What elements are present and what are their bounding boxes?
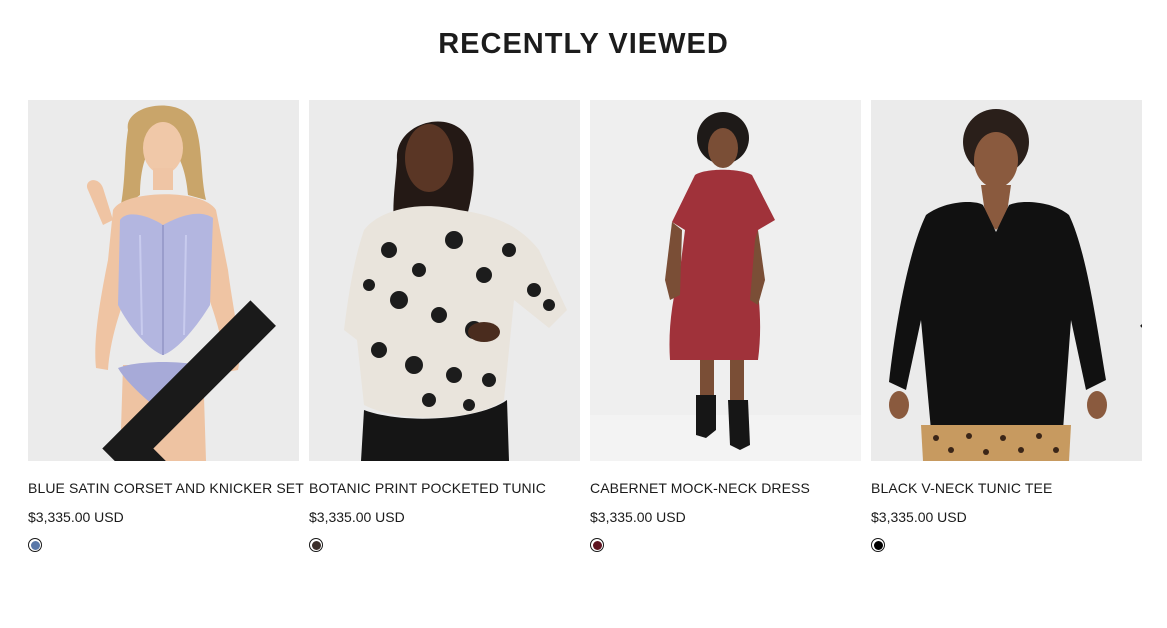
product-image[interactable] bbox=[309, 100, 580, 461]
recently-viewed-section: RECENTLY VIEWED BLUE SATIN CORSET AND KN… bbox=[0, 0, 1167, 628]
color-swatch[interactable] bbox=[871, 538, 885, 552]
color-swatch[interactable] bbox=[590, 538, 604, 552]
carousel-prev-button[interactable] bbox=[60, 268, 276, 461]
color-swatch-dot bbox=[30, 540, 40, 550]
product-title[interactable]: BOTANIC PRINT POCKETED TUNIC bbox=[309, 480, 580, 496]
chevron-right-icon bbox=[1140, 323, 1142, 328]
product-image[interactable] bbox=[590, 100, 861, 461]
product-price: $3,335.00 USD bbox=[590, 509, 686, 525]
product-title[interactable]: BLUE SATIN CORSET AND KNICKER SET bbox=[28, 480, 304, 496]
product-card[interactable]: CABERNET MOCK-NECK DRESS $3,335.00 USD bbox=[590, 100, 861, 552]
product-title[interactable]: BLACK V-NECK TUNIC TEE bbox=[871, 480, 1142, 496]
product-price: $3,335.00 USD bbox=[309, 509, 405, 525]
product-title[interactable]: CABERNET MOCK-NECK DRESS bbox=[590, 480, 861, 496]
product-card[interactable]: BLUE SATIN CORSET AND KNICKER SET $3,335… bbox=[28, 100, 304, 552]
product-image[interactable] bbox=[28, 100, 299, 461]
product-price: $3,335.00 USD bbox=[871, 509, 967, 525]
color-swatch-dot bbox=[873, 540, 883, 550]
color-swatch-dot bbox=[592, 540, 602, 550]
section-title: RECENTLY VIEWED bbox=[438, 28, 729, 60]
product-price: $3,335.00 USD bbox=[28, 509, 124, 525]
carousel-next-button[interactable] bbox=[1085, 268, 1142, 328]
color-swatch[interactable] bbox=[309, 538, 323, 552]
chevron-left-icon bbox=[102, 300, 276, 461]
product-card[interactable]: BLACK V-NECK TUNIC TEE $3,335.00 USD bbox=[871, 100, 1142, 552]
product-photo bbox=[309, 100, 580, 461]
product-photo bbox=[590, 100, 861, 461]
color-swatch[interactable] bbox=[28, 538, 42, 552]
color-swatch-dot bbox=[311, 540, 321, 550]
product-image[interactable] bbox=[871, 100, 1142, 461]
product-card[interactable]: BOTANIC PRINT POCKETED TUNIC $3,335.00 U… bbox=[309, 100, 580, 552]
